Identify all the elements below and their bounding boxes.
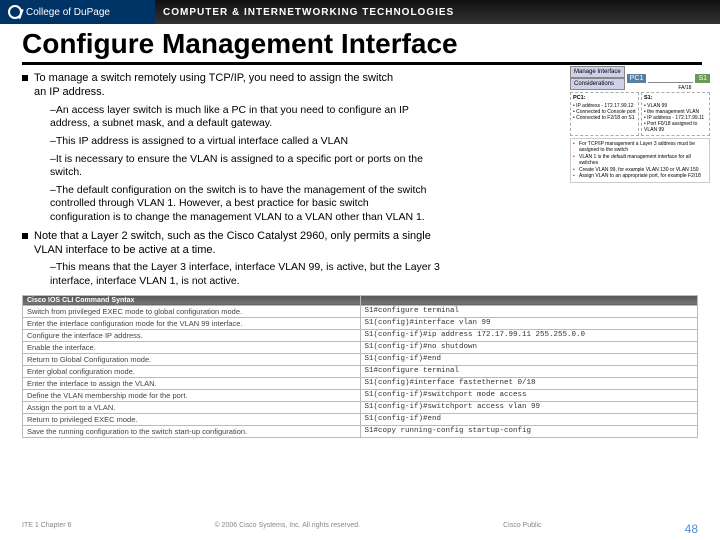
page-number: 48 bbox=[685, 522, 698, 536]
cli-command: S1(config-if)#switchport access vlan 99 bbox=[360, 401, 698, 413]
college-logo-icon bbox=[8, 5, 22, 19]
table-row: Enable the interface.S1(config-if)#no sh… bbox=[23, 341, 698, 353]
footer-copyright: © 2006 Cisco Systems, Inc. All rights re… bbox=[214, 522, 360, 536]
cli-command: S1(config-if)#ip address 172.17.99.11 25… bbox=[360, 329, 698, 341]
slide-footer: ITE 1 Chapter 6 © 2006 Cisco Systems, In… bbox=[22, 522, 698, 536]
switch-icon: S1 bbox=[695, 74, 710, 83]
topology-diagram: Manage Interface Considerations PC1 FA/1… bbox=[570, 66, 710, 183]
table-row: Return to privileged EXEC mode.S1(config… bbox=[23, 413, 698, 425]
cli-syntax-table: Cisco IOS CLI Command Syntax Switch from… bbox=[22, 295, 698, 438]
sub-1: –An access layer switch is much like a P… bbox=[50, 104, 430, 131]
table-row: Return to Global Configuration mode.S1(c… bbox=[23, 353, 698, 365]
slide-title: Configure Management Interface bbox=[22, 28, 702, 65]
diagram-card: Considerations bbox=[570, 78, 625, 90]
college-brand: College of DuPage bbox=[0, 0, 155, 24]
sub-3: –It is necessary to ensure the VLAN is a… bbox=[50, 153, 430, 180]
cli-description: Define the VLAN membership mode for the … bbox=[23, 389, 361, 401]
sub-2: –This IP address is assigned to a virtua… bbox=[50, 135, 430, 149]
table-header: Cisco IOS CLI Command Syntax bbox=[23, 295, 698, 305]
program-title: COMPUTER & INTERNETWORKING TECHNOLOGIES bbox=[155, 0, 720, 24]
cli-description: Return to Global Configuration mode. bbox=[23, 353, 361, 365]
college-name: College of DuPage bbox=[26, 7, 110, 18]
cli-command: S1#copy running-config startup-config bbox=[360, 425, 698, 437]
cli-command: S1(config-if)#switchport mode access bbox=[360, 389, 698, 401]
s1-info-box: S1: • VLAN 99 • the management VLAN • IP… bbox=[641, 92, 710, 136]
cli-command: S1(config-if)#end bbox=[360, 353, 698, 365]
cli-description: Enter the interface configuration mode f… bbox=[23, 317, 361, 329]
table-row: Configure the interface IP address.S1(co… bbox=[23, 329, 698, 341]
cli-command: S1(config)#interface fastethernet 0/18 bbox=[360, 377, 698, 389]
table-row: Save the running configuration to the sw… bbox=[23, 425, 698, 437]
slide-header: College of DuPage COMPUTER & INTERNETWOR… bbox=[0, 0, 720, 24]
cli-command: S1(config-if)#no shutdown bbox=[360, 341, 698, 353]
bullet-2: Note that a Layer 2 switch, such as the … bbox=[22, 229, 698, 258]
table-row: Switch from privileged EXEC mode to glob… bbox=[23, 305, 698, 317]
cli-command: S1(config-if)#end bbox=[360, 413, 698, 425]
cli-description: Enter global configuration mode. bbox=[23, 365, 361, 377]
cli-description: Return to privileged EXEC mode. bbox=[23, 413, 361, 425]
pc-info-box: PC1: • IP address - 172.17.99.12 • Conne… bbox=[570, 92, 639, 136]
cli-description: Configure the interface IP address. bbox=[23, 329, 361, 341]
cli-description: Enter the interface to assign the VLAN. bbox=[23, 377, 361, 389]
interface-label: FA/18 bbox=[678, 85, 691, 91]
table-row: Assign the port to a VLAN.S1(config-if)#… bbox=[23, 401, 698, 413]
diagram-card: Manage Interface bbox=[570, 66, 625, 78]
cli-description: Enable the interface. bbox=[23, 341, 361, 353]
cli-command: S1(config)#interface vlan 99 bbox=[360, 317, 698, 329]
table-row: Enter global configuration mode.S1#confi… bbox=[23, 365, 698, 377]
table-row: Define the VLAN membership mode for the … bbox=[23, 389, 698, 401]
pc-icon: PC1 bbox=[627, 74, 647, 83]
footer-classification: Cisco Public bbox=[503, 522, 542, 536]
bullet-square-icon bbox=[22, 75, 28, 81]
table-row: Enter the interface configuration mode f… bbox=[23, 317, 698, 329]
bullet-square-icon bbox=[22, 233, 28, 239]
tips-box: For TCP/IP management a Layer 3 address … bbox=[570, 138, 710, 183]
cli-command: S1#configure terminal bbox=[360, 365, 698, 377]
cli-description: Switch from privileged EXEC mode to glob… bbox=[23, 305, 361, 317]
cli-description: Save the running configuration to the sw… bbox=[23, 425, 361, 437]
cli-description: Assign the port to a VLAN. bbox=[23, 401, 361, 413]
sub-5: –This means that the Layer 3 interface, … bbox=[50, 261, 470, 288]
cli-command: S1#configure terminal bbox=[360, 305, 698, 317]
footer-chapter: ITE 1 Chapter 6 bbox=[22, 522, 71, 536]
sub-4: –The default configuration on the switch… bbox=[50, 184, 430, 225]
table-row: Enter the interface to assign the VLAN.S… bbox=[23, 377, 698, 389]
